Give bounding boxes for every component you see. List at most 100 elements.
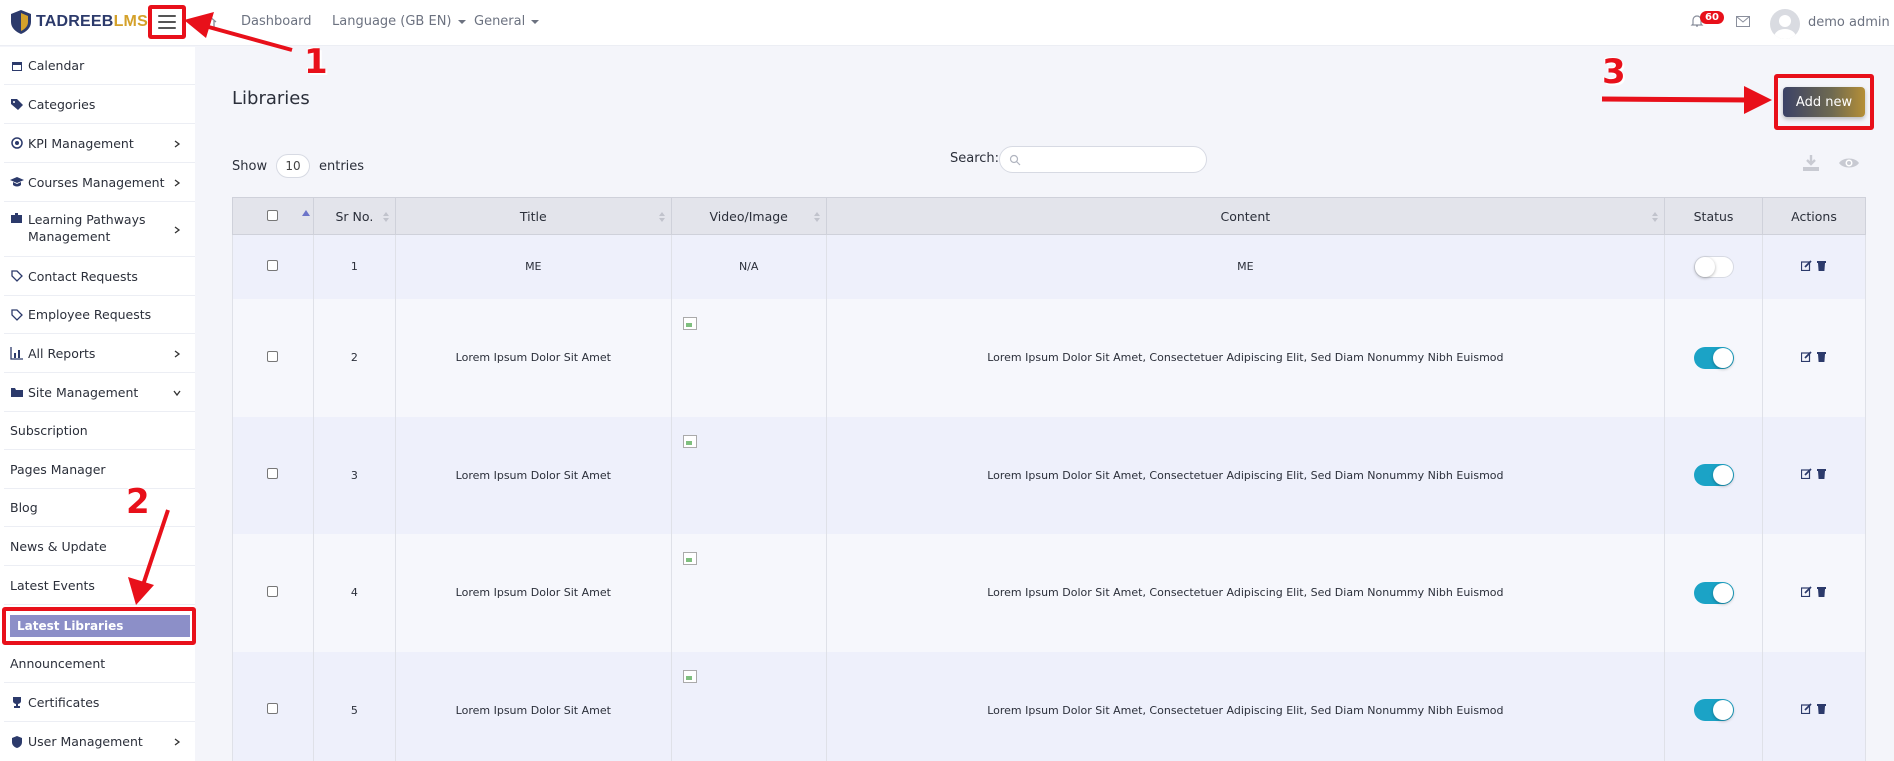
edit-icon[interactable] xyxy=(1801,260,1812,271)
title-cell: Lorem Ipsum Dolor Sit Amet xyxy=(394,416,672,534)
sr-no-cell: 2 xyxy=(312,298,396,417)
sidebar: Calendar Categories KPI Management Cours… xyxy=(0,47,195,761)
shield-icon xyxy=(12,735,22,748)
status-toggle[interactable] xyxy=(1693,464,1734,486)
sidebar-item-announcement[interactable]: Announcement xyxy=(4,644,195,683)
trash-icon[interactable] xyxy=(1816,586,1827,597)
mail-icon[interactable] xyxy=(1736,16,1750,27)
tag-icon xyxy=(11,270,23,282)
trash-icon[interactable] xyxy=(1816,468,1827,479)
sidebar-item-user-management[interactable]: User Management xyxy=(4,722,195,761)
home-icon[interactable] xyxy=(200,14,218,30)
username-label[interactable]: demo admin xyxy=(1808,15,1890,30)
select-all-checkbox[interactable] xyxy=(267,209,279,221)
sr-no-cell: 4 xyxy=(312,533,396,652)
edit-icon[interactable] xyxy=(1801,350,1812,362)
entries-select[interactable]: 10 xyxy=(276,154,310,178)
chevron-right-icon xyxy=(174,738,181,746)
status-toggle[interactable] xyxy=(1693,255,1734,278)
edit-icon[interactable] xyxy=(1801,703,1812,714)
actions-cell xyxy=(1762,533,1866,652)
nav-general-dropdown[interactable]: General xyxy=(474,14,540,29)
content-cell: Lorem Ipsum Dolor Sit Amet, Consectetuer… xyxy=(825,651,1666,761)
user-avatar-icon xyxy=(1774,15,1796,39)
avatar[interactable] xyxy=(1770,9,1800,39)
folder-icon xyxy=(11,388,23,397)
edit-icon[interactable] xyxy=(1801,585,1812,597)
table-row: 5 Lorem Ipsum Dolor Sit Amet Lorem Ipsum… xyxy=(232,651,1866,761)
sidebar-item-label: Contact Requests xyxy=(28,268,138,284)
eye-icon[interactable] xyxy=(1838,155,1860,171)
status-toggle[interactable] xyxy=(1693,581,1734,604)
sidebar-item-site-management[interactable]: Site Management xyxy=(4,373,195,412)
media-cell xyxy=(670,416,827,534)
download-icon[interactable] xyxy=(1801,153,1821,173)
sidebar-item-subscription[interactable]: Subscription xyxy=(4,412,195,450)
nav-language-dropdown[interactable]: Language (GB EN) xyxy=(332,14,466,29)
column-label: Actions xyxy=(1791,208,1837,224)
brand-logo[interactable]: TADREEBLMS xyxy=(10,9,148,35)
sidebar-item-news-update[interactable]: News & Update xyxy=(4,527,195,566)
sidebar-item-label: Site Management xyxy=(28,384,139,400)
add-new-button[interactable]: Add new xyxy=(1783,87,1865,117)
column-header-content[interactable]: Content xyxy=(825,197,1666,235)
title-cell: Lorem Ipsum Dolor Sit Amet xyxy=(394,651,672,761)
sidebar-item-label: Latest Events xyxy=(10,577,95,593)
caret-down-icon xyxy=(531,19,540,24)
row-checkbox[interactable] xyxy=(267,703,279,714)
broken-image-icon xyxy=(682,669,697,683)
trash-icon[interactable] xyxy=(1816,260,1827,271)
table-row: 4 Lorem Ipsum Dolor Sit Amet Lorem Ipsum… xyxy=(232,533,1866,652)
broken-image-icon xyxy=(682,551,697,565)
table-row: 3 Lorem Ipsum Dolor Sit Amet Lorem Ipsum… xyxy=(232,416,1866,534)
actions-cell xyxy=(1762,234,1866,299)
actions-cell xyxy=(1762,416,1866,534)
puzzle-icon xyxy=(11,213,22,223)
sidebar-item-certificates[interactable]: Certificates xyxy=(4,683,195,722)
sidebar-item-employee-requests[interactable]: Employee Requests xyxy=(4,296,195,334)
top-bar: TADREEBLMS Dashboard Language (GB EN) Ge… xyxy=(0,0,1894,46)
trash-icon[interactable] xyxy=(1816,351,1827,362)
search-input[interactable] xyxy=(999,146,1207,173)
column-header-video-image[interactable]: Video/Image xyxy=(670,197,827,235)
sidebar-item-learning-pathways[interactable]: Learning Pathways Management xyxy=(4,202,195,257)
sidebar-item-blog[interactable]: Blog xyxy=(4,489,195,527)
sidebar-item-label: Categories xyxy=(28,96,96,112)
trash-icon[interactable] xyxy=(1816,703,1827,714)
table-row: 2 Lorem Ipsum Dolor Sit Amet Lorem Ipsum… xyxy=(232,298,1866,417)
status-cell xyxy=(1664,416,1764,534)
content-cell: Lorem Ipsum Dolor Sit Amet, Consectetuer… xyxy=(825,416,1666,534)
nav-dashboard-link[interactable]: Dashboard xyxy=(241,14,312,29)
column-label: Content xyxy=(1220,208,1271,224)
tags-icon xyxy=(11,99,23,110)
sort-icon xyxy=(813,212,820,222)
search-label: Search: xyxy=(950,151,1000,166)
row-checkbox[interactable] xyxy=(267,468,279,479)
sidebar-item-courses-management[interactable]: Courses Management xyxy=(4,163,195,202)
sidebar-item-latest-events[interactable]: Latest Events xyxy=(4,566,195,605)
notification-badge: 60 xyxy=(1700,11,1724,24)
chevron-down-icon xyxy=(173,390,181,397)
sidebar-item-kpi-management[interactable]: KPI Management xyxy=(4,124,195,163)
sidebar-item-calendar[interactable]: Calendar xyxy=(4,47,195,85)
row-checkbox[interactable] xyxy=(267,350,279,362)
row-checkbox[interactable] xyxy=(267,585,279,597)
row-checkbox[interactable] xyxy=(267,259,279,271)
language-label: Language (GB EN) xyxy=(332,14,452,29)
column-header-sr-no[interactable]: Sr No. xyxy=(312,197,396,235)
sr-no-cell: 5 xyxy=(312,651,396,761)
status-cell xyxy=(1664,651,1764,761)
column-label: Status xyxy=(1693,208,1734,224)
column-header-title[interactable]: Title xyxy=(394,197,672,235)
sidebar-item-pages-manager[interactable]: Pages Manager xyxy=(4,450,195,489)
sidebar-item-contact-requests[interactable]: Contact Requests xyxy=(4,257,195,296)
status-toggle[interactable] xyxy=(1693,699,1734,721)
sidebar-item-categories[interactable]: Categories xyxy=(4,85,195,124)
status-toggle[interactable] xyxy=(1693,346,1734,369)
title-cell: Lorem Ipsum Dolor Sit Amet xyxy=(394,298,672,417)
broken-image-icon xyxy=(682,316,697,330)
sidebar-toggle-button[interactable] xyxy=(148,5,186,39)
sidebar-item-all-reports[interactable]: All Reports xyxy=(4,334,195,373)
select-all-header[interactable] xyxy=(232,197,314,235)
edit-icon[interactable] xyxy=(1801,468,1812,479)
